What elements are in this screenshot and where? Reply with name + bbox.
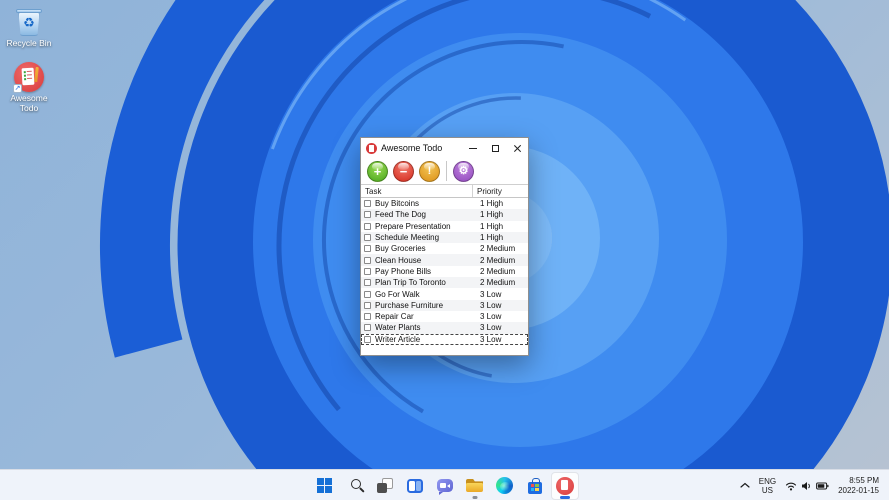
plus-icon: + (373, 163, 382, 179)
edge-button[interactable] (491, 472, 519, 500)
exclamation-icon: ! (427, 164, 432, 177)
maximize-button[interactable] (484, 138, 506, 158)
chat-button[interactable] (431, 472, 459, 500)
column-header-task[interactable]: Task (361, 187, 472, 196)
task-row[interactable]: Pay Phone Bills 2 Medium (361, 266, 528, 277)
minus-icon: − (399, 163, 408, 179)
toolbar-separator (446, 161, 447, 181)
task-row-focused[interactable]: Writer Article 3 Low (361, 333, 528, 345)
task-row[interactable]: Buy Bitcoins 1 High (361, 198, 528, 209)
task-checkbox[interactable] (364, 222, 371, 230)
shortcut-arrow-icon: ↗ (13, 84, 22, 93)
task-row[interactable]: Prepare Presentation 1 High (361, 221, 528, 232)
running-indicator (472, 496, 477, 499)
file-explorer-icon (466, 479, 483, 492)
task-row[interactable]: Feed The Dog 1 High (361, 209, 528, 221)
awesome-todo-icon: ↗ (13, 62, 44, 93)
widgets-button[interactable] (401, 472, 429, 500)
window-toolbar: + − ! ⚙ (361, 158, 528, 185)
hidden-icons-chevron[interactable] (740, 482, 750, 489)
task-checkbox[interactable] (364, 245, 371, 253)
task-row[interactable]: Clean House 2 Medium (361, 254, 528, 266)
column-header-priority[interactable]: Priority (472, 185, 528, 197)
task-row[interactable]: Buy Groceries 2 Medium (361, 243, 528, 254)
search-button[interactable] (341, 472, 369, 500)
close-button[interactable] (506, 138, 528, 158)
close-icon (513, 144, 522, 153)
maximize-icon (491, 144, 499, 152)
settings-button[interactable]: ⚙ (453, 160, 474, 182)
task-list: Buy Bitcoins 1 High Feed The Dog 1 High Pr… (361, 198, 528, 355)
task-row[interactable]: Purchase Furniture 3 Low (361, 299, 528, 311)
task-checkbox[interactable] (364, 234, 371, 242)
minimize-icon (469, 147, 477, 149)
task-checkbox[interactable] (364, 313, 371, 321)
task-checkbox[interactable] (364, 211, 371, 219)
store-icon (527, 477, 542, 494)
task-row[interactable]: Schedule Meeting 1 High (361, 231, 528, 244)
battery-icon (816, 482, 829, 490)
task-checkbox[interactable] (364, 290, 371, 298)
task-checkbox[interactable] (364, 301, 371, 309)
task-row[interactable]: Plan Trip To Toronto 2 Medium (361, 277, 528, 289)
awesome-todo-window: Awesome Todo + − ! ⚙ Task Priority Buy B… (360, 137, 529, 356)
desktop-icon-label: Awesome Todo (10, 93, 48, 113)
taskbar: ENG US 8:55 PM 2022-01-15 (0, 469, 889, 500)
recycle-symbol-icon: ♻ (23, 15, 35, 30)
speaker-icon (801, 481, 812, 491)
system-tray: ENG US 8:55 PM 2022-01-15 (740, 470, 889, 500)
search-icon (351, 479, 361, 489)
chat-icon (436, 479, 453, 495)
priority-button[interactable]: ! (419, 160, 440, 182)
task-row[interactable]: Go For Walk 3 Low (361, 288, 528, 299)
add-task-button[interactable]: + (367, 160, 388, 182)
task-checkbox[interactable] (364, 200, 371, 208)
tray-status-cluster[interactable] (785, 481, 829, 491)
start-button[interactable] (311, 472, 339, 500)
tray-date: 2022-01-15 (838, 485, 879, 495)
task-row[interactable]: Repair Car 3 Low (361, 311, 528, 322)
awesome-todo-icon (555, 476, 574, 495)
task-checkbox[interactable] (364, 279, 371, 287)
recycle-bin-icon: ♻ (16, 6, 42, 37)
minimize-button[interactable] (462, 138, 484, 158)
desktop: ♻ Recycle Bin ↗ Awesome Todo Awesome Tod… (0, 0, 889, 500)
wifi-icon (785, 481, 797, 491)
task-row[interactable]: Water Plants 3 Low (361, 322, 528, 334)
task-view-icon (376, 478, 393, 493)
widgets-icon (406, 478, 423, 493)
desktop-icon-awesome-todo[interactable]: ↗ Awesome Todo (2, 62, 56, 113)
task-checkbox[interactable] (364, 335, 371, 343)
task-checkbox[interactable] (364, 267, 371, 275)
remove-task-button[interactable]: − (393, 160, 414, 182)
desktop-icon-recycle-bin[interactable]: ♻ Recycle Bin (2, 6, 56, 49)
active-app-indicator (559, 495, 570, 499)
table-header: Task Priority (361, 185, 528, 198)
window-titlebar[interactable]: Awesome Todo (361, 138, 528, 158)
task-view-button[interactable] (371, 472, 399, 500)
desktop-icon-label: Recycle Bin (6, 38, 52, 48)
app-icon (366, 142, 377, 154)
language-indicator[interactable]: ENG US (759, 477, 776, 495)
clock[interactable]: 8:55 PM 2022-01-15 (838, 476, 879, 495)
tray-time: 8:55 PM (849, 476, 879, 485)
file-explorer-button[interactable] (461, 472, 489, 500)
taskbar-center (311, 470, 579, 500)
edge-icon (496, 477, 513, 494)
gear-icon: ⚙ (458, 164, 469, 177)
task-checkbox[interactable] (364, 256, 371, 264)
windows-logo-icon (316, 477, 333, 494)
awesome-todo-taskbar-button[interactable] (550, 471, 579, 500)
store-button[interactable] (521, 472, 549, 500)
window-title: Awesome Todo (381, 143, 443, 153)
task-checkbox[interactable] (364, 324, 371, 332)
